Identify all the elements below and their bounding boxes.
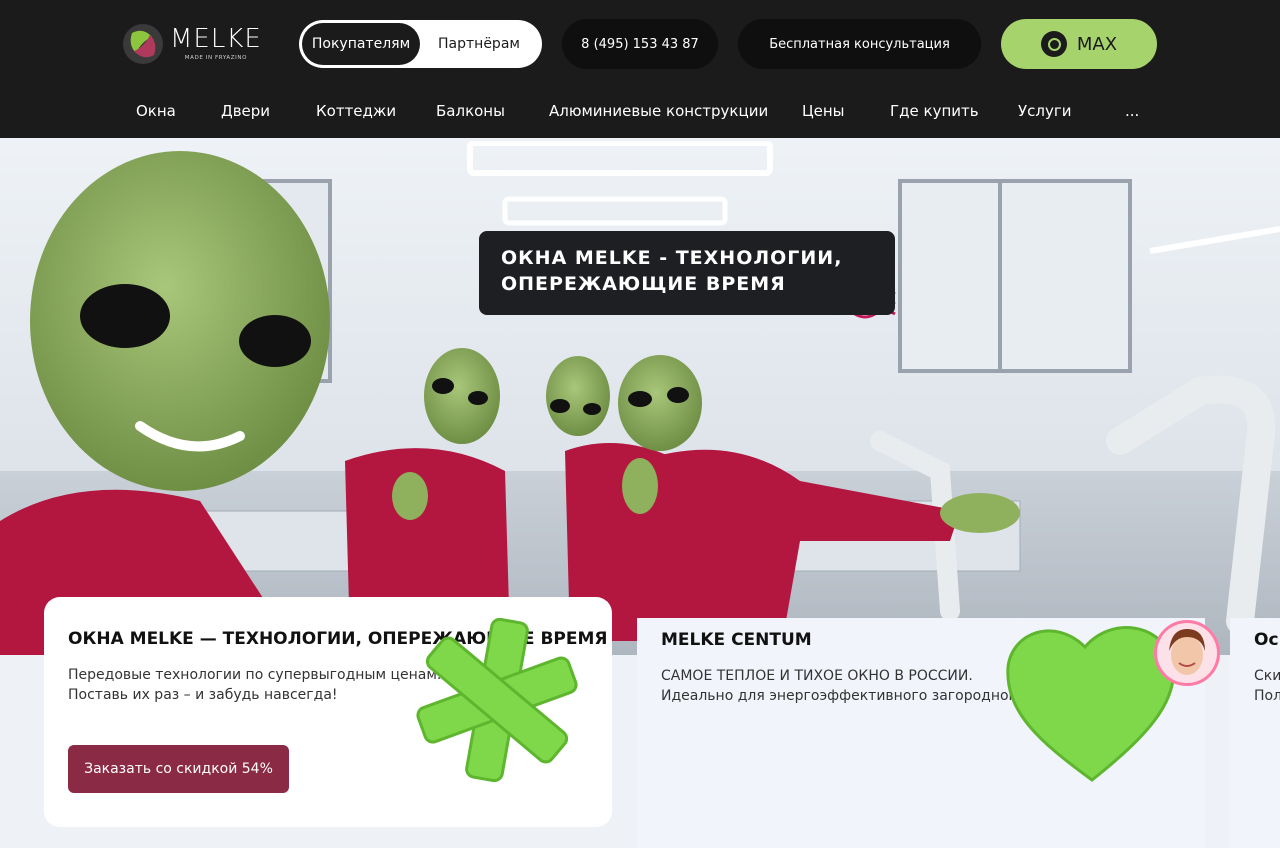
nav-item-prices[interactable]: Цены [802,90,845,132]
main-nav: Окна Двери Коттеджи Балконы Алюминиевые … [0,90,1280,132]
avatar-icon [1157,623,1217,683]
nav-item-balconies[interactable]: Балконы [436,90,505,132]
hero-illustration [0,141,1280,655]
site-header: MELKE MADE IN FRYAZINO Покупателям Партн… [0,0,1280,138]
card-description-line1: Ски [1254,668,1280,684]
promo-card-next[interactable]: Ос Ски Пол [1230,618,1280,848]
hero-banner[interactable]: ОКНА MELKE - ТЕХНОЛОГИИ, ОПЕРЕЖАЮЩИЕ ВРЕ… [0,141,1280,655]
melke-logo-icon [123,24,163,64]
hero-headline-line1: ОКНА MELKE - ТЕХНОЛОГИИ, [501,247,843,269]
card-title: MELKE CENTUM [661,630,812,650]
max-label: MAX [1076,33,1118,55]
logo-tagline: MADE IN FRYAZINO [184,55,248,62]
order-discount-button[interactable]: Заказать со скидкой 54% [68,745,289,793]
phone-button[interactable]: 8 (495) 153 43 87 [562,19,718,69]
audience-partners-button[interactable]: Партнёрам [420,23,538,65]
hero-headline-badge: ОКНА MELKE - ТЕХНОЛОГИИ, ОПЕРЕЖАЮЩИЕ ВРЕ… [479,231,895,315]
nav-item-more[interactable]: ... [1125,90,1139,132]
logo-wordmark: MELKE [170,24,262,55]
nav-item-windows[interactable]: Окна [136,90,176,132]
green-asterisk-decoration [416,617,578,783]
card-description: Передовые технологии по супервыгодным це… [68,665,441,705]
free-consultation-button[interactable]: Бесплатная консультация [738,19,981,69]
nav-item-doors[interactable]: Двери [221,90,270,132]
hero-headline-line2: ОПЕРЕЖАЮЩИЕ ВРЕМЯ [501,273,786,295]
nav-item-where-to-buy[interactable]: Где купить [890,90,979,132]
nav-item-services[interactable]: Услуги [1018,90,1071,132]
card-description-line2: Поставь их раз – и забудь навсегда! [68,687,338,703]
audience-toggle: Покупателям Партнёрам [299,20,542,68]
audience-buyers-button[interactable]: Покупателям [302,23,420,65]
max-messenger-button[interactable]: MAX [1001,19,1157,69]
card-description-line1: Передовые технологии по супервыгодным це… [68,667,442,683]
nav-item-cottages[interactable]: Коттеджи [316,90,396,132]
card-description-line2: Пол [1254,688,1280,704]
max-icon [1040,31,1067,57]
chat-consultant-avatar[interactable] [1154,620,1220,686]
card-description: Ски Пол [1254,666,1280,706]
melke-logo[interactable]: MELKE MADE IN FRYAZINO [122,22,282,66]
nav-item-aluminium[interactable]: Алюминиевые конструкции [549,90,768,132]
card-title: Ос [1254,630,1279,650]
